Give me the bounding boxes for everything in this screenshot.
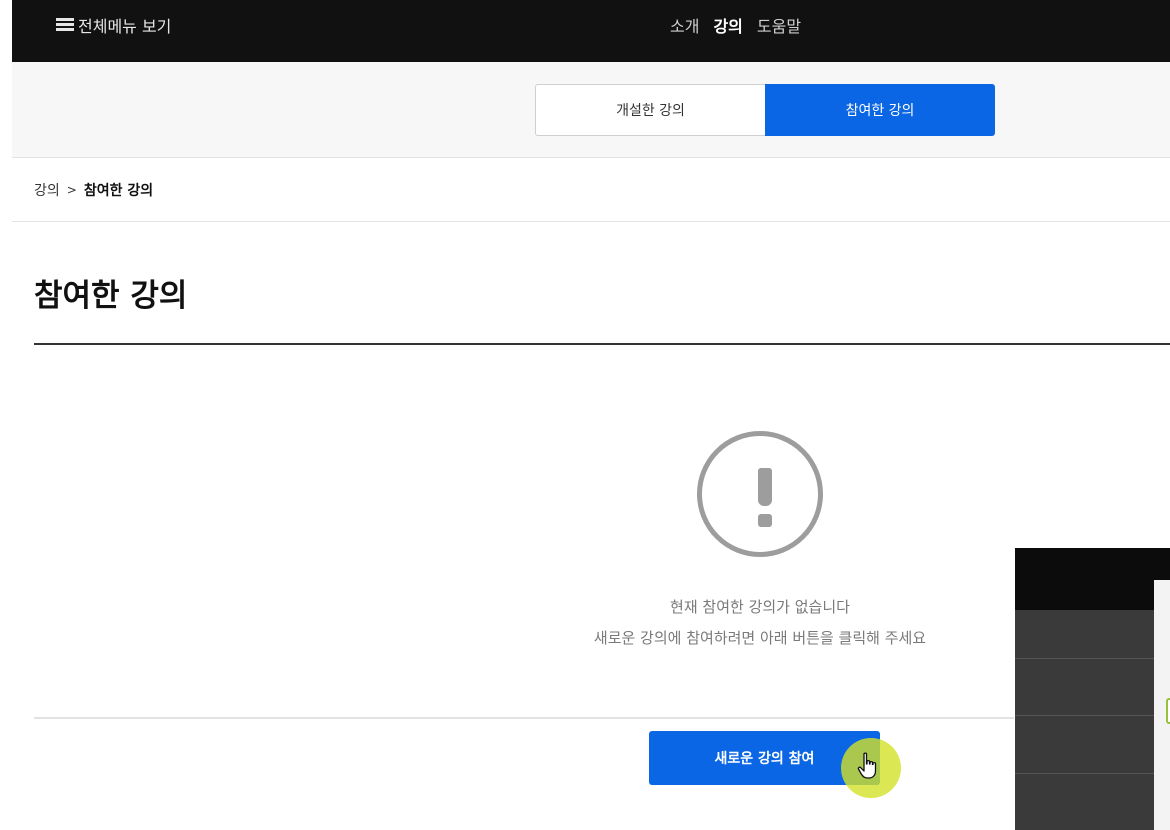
- all-menu-label: 전체메뉴 보기: [78, 17, 172, 36]
- exclamation-circle-icon: [697, 431, 823, 557]
- tab-created-lectures[interactable]: 개설한 강의: [535, 84, 765, 136]
- lecture-tab-bar: 개설한 강의 참여한 강의: [12, 62, 1170, 158]
- hand-pointer-icon: [857, 752, 877, 779]
- breadcrumb-root-link[interactable]: 강의: [34, 180, 60, 200]
- page-title: 참여한 강의: [34, 278, 188, 314]
- title-divider: [34, 343, 1170, 345]
- content-divider: [34, 717, 1014, 719]
- breadcrumb-separator: >: [66, 182, 77, 197]
- lecture-segmented-control: 개설한 강의 참여한 강의: [535, 84, 995, 136]
- hamburger-icon: [56, 18, 74, 32]
- nav-item-help[interactable]: 도움말: [757, 13, 801, 37]
- empty-state-message: 현재 참여한 강의가 없습니다: [670, 598, 850, 616]
- all-menu-button[interactable]: 전체메뉴 보기: [56, 0, 171, 50]
- main-nav: 소개 강의 도움말: [670, 0, 801, 50]
- nav-item-intro[interactable]: 소개: [670, 13, 699, 37]
- breadcrumb: 강의 > 참여한 강의: [12, 158, 1170, 222]
- breadcrumb-current: 참여한 강의: [83, 182, 154, 199]
- overlapping-window: [1015, 548, 1170, 830]
- empty-state-hint: 새로운 강의에 참여하려면 아래 버튼을 클릭해 주세요: [593, 629, 927, 647]
- nav-item-lectures[interactable]: 강의: [713, 13, 742, 37]
- tab-joined-lectures[interactable]: 참여한 강의: [765, 84, 995, 136]
- top-navigation-bar: 전체메뉴 보기 소개 강의 도움말: [12, 0, 1170, 62]
